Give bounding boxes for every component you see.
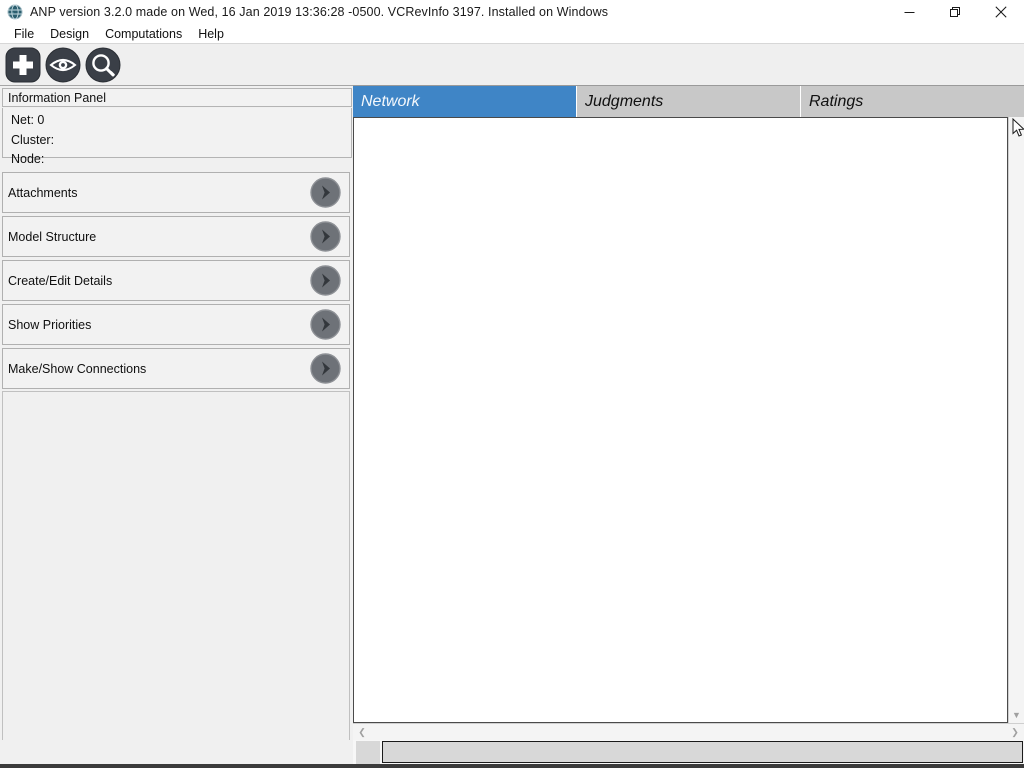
close-button[interactable] xyxy=(978,0,1024,24)
tab-network[interactable]: Network xyxy=(353,86,577,117)
status-message xyxy=(382,741,1023,763)
accordion-item-create-edit-details[interactable]: Create/Edit Details xyxy=(2,260,350,301)
information-panel: Information Panel Net: 0 Cluster: Node: … xyxy=(0,88,354,768)
window-controls xyxy=(886,0,1024,24)
minimize-button[interactable] xyxy=(886,0,932,24)
window-title: ANP version 3.2.0 made on Wed, 16 Jan 20… xyxy=(30,5,609,19)
globe-icon xyxy=(7,4,23,20)
restore-button[interactable] xyxy=(932,0,978,24)
accordion-item-attachments[interactable]: Attachments xyxy=(2,172,350,213)
network-canvas[interactable] xyxy=(353,117,1008,723)
statusbar xyxy=(353,740,1024,766)
horizontal-scrollbar[interactable]: ❮ ❯ xyxy=(353,723,1024,740)
chevron-right-icon[interactable] xyxy=(310,221,341,252)
accordion-label: Attachments xyxy=(8,185,78,200)
vertical-scrollbar[interactable]: ▲ ▼ xyxy=(1008,117,1024,723)
accordion-label: Show Priorities xyxy=(8,317,92,332)
toolbar xyxy=(0,43,1024,86)
accordion-label: Create/Edit Details xyxy=(8,273,113,288)
field-node: Node: xyxy=(11,152,45,166)
accordion-item-make-show-connections[interactable]: Make/Show Connections xyxy=(2,348,350,389)
tab-ratings[interactable]: Ratings xyxy=(801,86,1024,117)
view-button[interactable] xyxy=(44,46,82,84)
zoom-tools-button[interactable] xyxy=(84,46,122,84)
app-window: ANP version 3.2.0 made on Wed, 16 Jan 20… xyxy=(0,0,1024,768)
chevron-right-icon[interactable] xyxy=(310,309,341,340)
menu-item-file[interactable]: File xyxy=(6,26,42,42)
menu-item-help[interactable]: Help xyxy=(190,26,232,42)
tabstrip: Network Judgments Ratings xyxy=(353,85,1024,117)
status-indicator xyxy=(356,741,380,764)
accordion-item-model-structure[interactable]: Model Structure xyxy=(2,216,350,257)
scroll-down-icon[interactable]: ▼ xyxy=(1009,707,1024,723)
field-net: Net: 0 xyxy=(11,113,45,127)
window-bottom-edge xyxy=(0,764,1024,768)
add-node-button[interactable] xyxy=(4,46,42,84)
eye-icon xyxy=(45,47,81,82)
menu-item-computations[interactable]: Computations xyxy=(97,26,190,42)
accordion-label: Make/Show Connections xyxy=(8,361,147,376)
chevron-right-icon[interactable] xyxy=(310,265,341,296)
information-panel-detail-area xyxy=(2,391,350,756)
plus-icon xyxy=(5,47,41,82)
accordion-label: Model Structure xyxy=(8,229,97,244)
scroll-left-icon[interactable]: ❮ xyxy=(355,724,369,740)
titlebar: ANP version 3.2.0 made on Wed, 16 Jan 20… xyxy=(0,0,1024,24)
accordion-item-show-priorities[interactable]: Show Priorities xyxy=(2,304,350,345)
information-panel-header: Information Panel xyxy=(2,88,352,107)
scroll-right-icon[interactable]: ❯ xyxy=(1008,724,1022,740)
information-panel-fields: Net: 0 Cluster: Node: xyxy=(2,108,352,166)
field-cluster: Cluster: xyxy=(11,132,55,147)
chevron-right-icon[interactable] xyxy=(310,177,341,208)
chevron-right-icon[interactable] xyxy=(310,353,341,384)
magnifier-wrench-icon xyxy=(85,47,121,82)
scroll-up-icon[interactable]: ▲ xyxy=(1009,117,1024,133)
menu-item-design[interactable]: Design xyxy=(42,26,97,42)
menubar: File Design Computations Help xyxy=(0,24,1024,43)
tab-judgments[interactable]: Judgments xyxy=(577,86,801,117)
